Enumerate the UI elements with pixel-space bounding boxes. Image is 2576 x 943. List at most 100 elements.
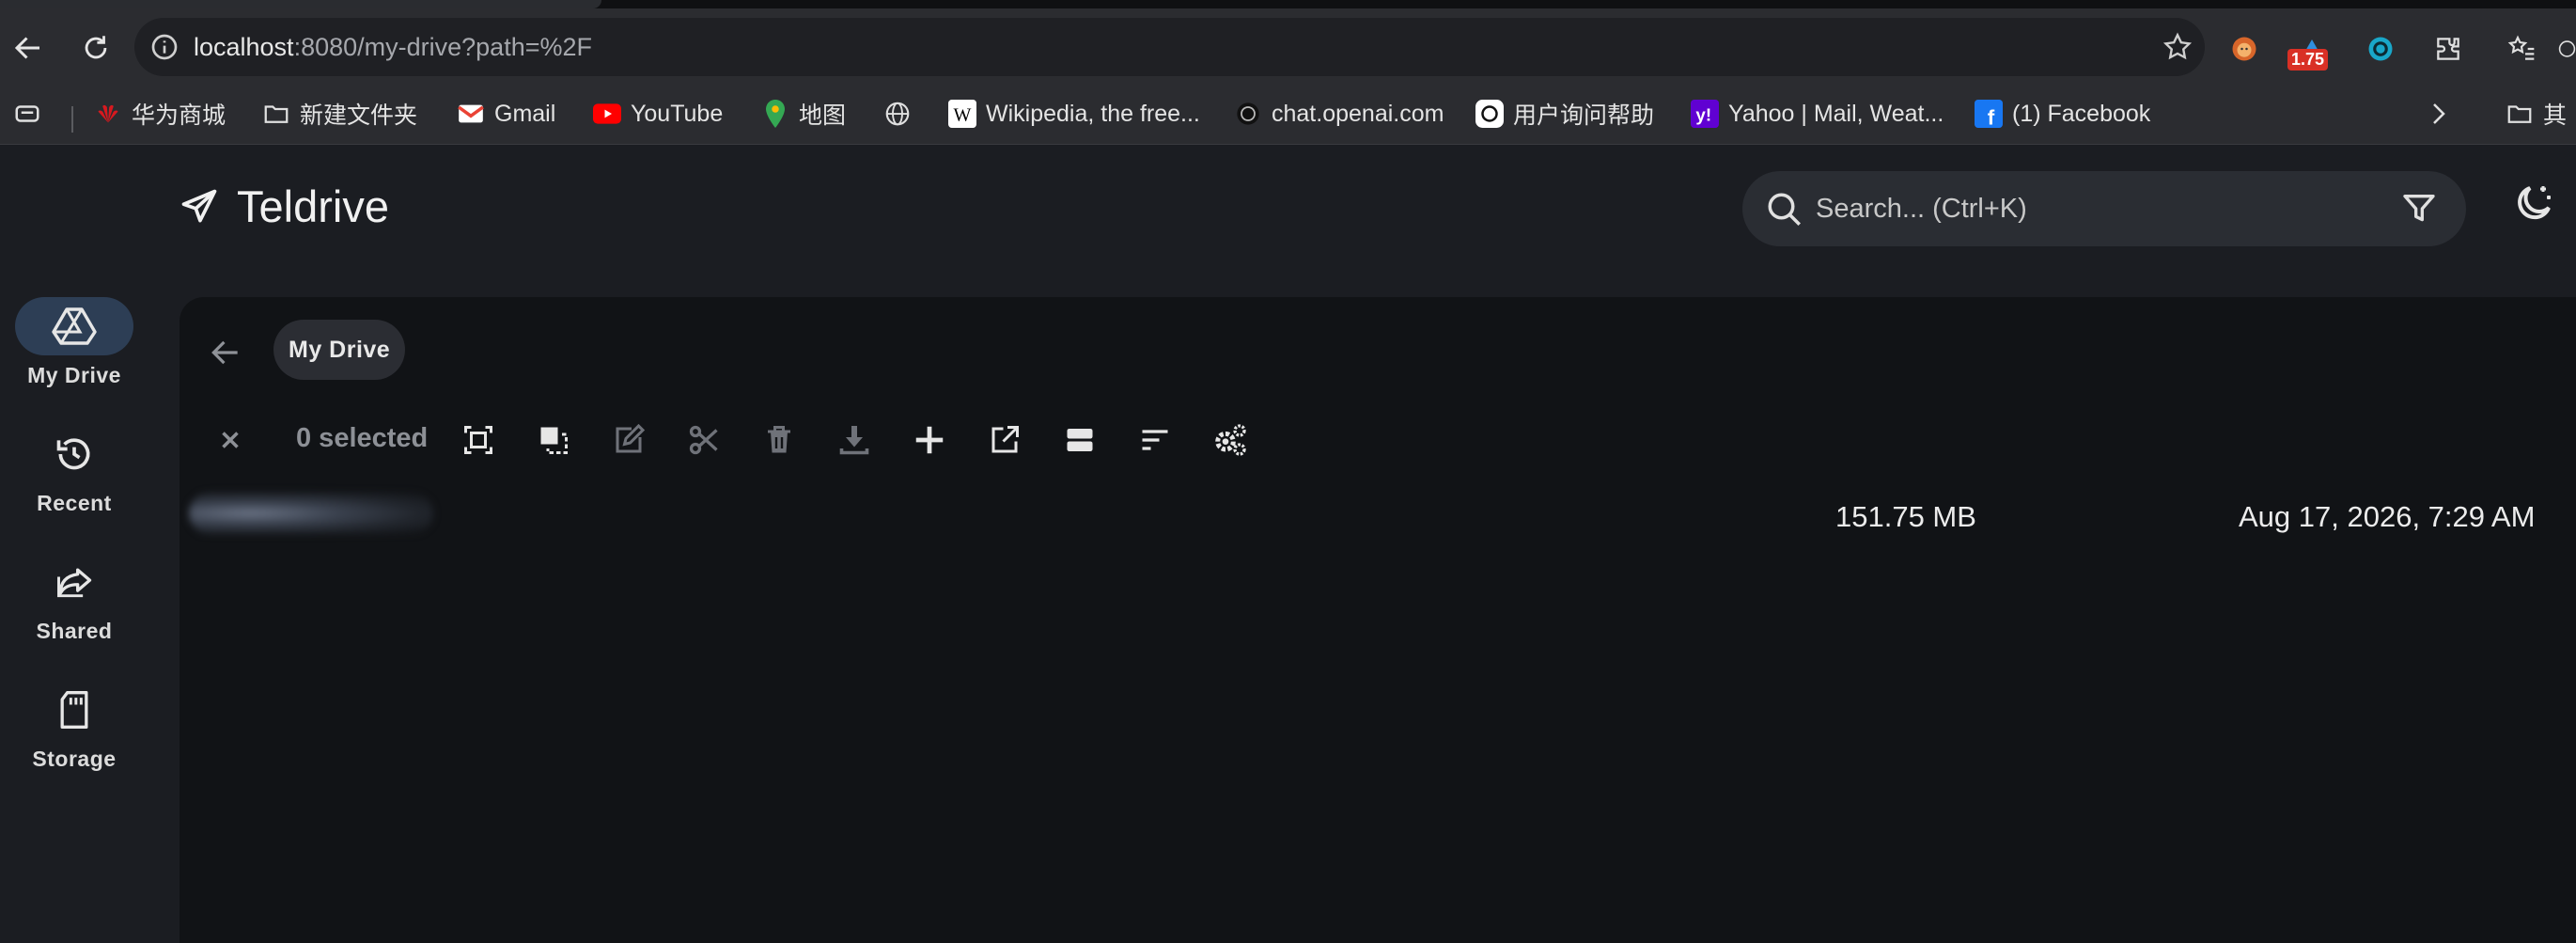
nav-label: My Drive bbox=[27, 363, 121, 387]
profile-avatar[interactable] bbox=[2558, 33, 2576, 65]
bookmark-label: 新建文件夹 bbox=[300, 102, 418, 129]
bookmark-label: YouTube bbox=[631, 100, 724, 127]
file-name-redacted bbox=[189, 493, 433, 534]
nav-label: Shared bbox=[36, 619, 113, 643]
bookmark-label: 华为商城 bbox=[132, 102, 226, 129]
back-arrow-icon[interactable] bbox=[208, 335, 245, 372]
tab-actions-icon[interactable] bbox=[13, 97, 41, 131]
bookmark-globe[interactable] bbox=[883, 97, 912, 131]
bookmark-label: 用户询问帮助 bbox=[1513, 102, 1655, 129]
theme-toggle-icon[interactable] bbox=[2511, 181, 2556, 226]
browser-toolbar: localhost:8080/my-drive?path=%2F 1.75 bbox=[0, 8, 2576, 84]
app-brand[interactable]: Teldrive bbox=[179, 181, 389, 232]
share-icon bbox=[57, 568, 92, 598]
bookmark-chatgpt-help[interactable]: 用户询问帮助 bbox=[1475, 97, 1654, 131]
bookmarks-bar: 华为商城 新建文件夹 Gmail YouTube 地图 W Wikipedia,… bbox=[0, 84, 2576, 145]
huawei-icon bbox=[94, 100, 122, 128]
bookmark-label: 其 bbox=[2543, 102, 2568, 129]
bookmark-label: 地图 bbox=[799, 102, 847, 129]
bookmark-label: (1) Facebook bbox=[2012, 100, 2151, 127]
tab-strip bbox=[0, 0, 2576, 8]
bookmark-openai[interactable]: chat.openai.com bbox=[1234, 97, 1444, 131]
rename-icon[interactable] bbox=[606, 417, 651, 463]
bookmark-label: Gmail bbox=[494, 100, 556, 127]
address-bar[interactable]: localhost:8080/my-drive?path=%2F bbox=[134, 18, 2205, 76]
facebook-icon: f bbox=[1975, 100, 2003, 128]
nav-pill bbox=[15, 425, 133, 483]
bookmark-maps[interactable]: 地图 bbox=[761, 97, 846, 131]
bookmarks-divider bbox=[71, 106, 73, 133]
bookmark-new-folder[interactable]: 新建文件夹 bbox=[262, 97, 417, 131]
search-icon bbox=[1765, 190, 1804, 229]
nav-pill bbox=[15, 553, 133, 611]
reload-icon[interactable] bbox=[75, 27, 117, 69]
bookmark-yahoo[interactable]: y! Yahoo | Mail, Weat... bbox=[1691, 97, 1944, 131]
globe-icon bbox=[883, 100, 912, 128]
nav-pill bbox=[15, 297, 133, 355]
search-bar[interactable]: Search... (Ctrl+K) bbox=[1742, 171, 2466, 246]
bookmark-wikipedia[interactable]: W Wikipedia, the free... bbox=[948, 97, 1200, 131]
cut-icon[interactable] bbox=[681, 417, 726, 463]
selected-count: 0 selected bbox=[296, 423, 429, 453]
app-name: Teldrive bbox=[237, 181, 389, 231]
sd-card-icon bbox=[60, 691, 88, 729]
bookmark-label: Yahoo | Mail, Weat... bbox=[1728, 100, 1944, 127]
extensions-puzzle-icon[interactable] bbox=[2432, 33, 2464, 65]
sort-icon[interactable] bbox=[1132, 417, 1178, 463]
nav-storage[interactable]: Storage bbox=[0, 681, 148, 772]
url-text[interactable]: localhost:8080/my-drive?path=%2F bbox=[194, 33, 592, 62]
folder-icon bbox=[262, 100, 290, 128]
yahoo-icon: y! bbox=[1691, 100, 1719, 128]
file-row[interactable]: 151.75 MB Aug 17, 2026, 7:29 AM bbox=[180, 481, 2576, 549]
nav-shared[interactable]: Shared bbox=[0, 553, 148, 644]
close-icon[interactable] bbox=[208, 417, 253, 463]
history-icon bbox=[56, 438, 90, 470]
svg-text:W: W bbox=[954, 105, 972, 126]
paper-plane-icon bbox=[181, 189, 217, 222]
favorites-list-icon[interactable] bbox=[2506, 33, 2537, 65]
file-modified: Aug 17, 2026, 7:29 AM bbox=[2239, 500, 2536, 533]
select-invert-icon[interactable] bbox=[531, 417, 576, 463]
drive-icon bbox=[52, 307, 97, 345]
back-arrow-icon[interactable] bbox=[8, 27, 49, 69]
nav-recent[interactable]: Recent bbox=[0, 425, 148, 516]
file-size: 151.75 MB bbox=[1835, 500, 1976, 533]
other-bookmarks[interactable]: 其 bbox=[2506, 97, 2567, 131]
bookmark-gmail[interactable]: Gmail bbox=[457, 97, 555, 131]
bookmark-label: chat.openai.com bbox=[1272, 100, 1444, 127]
nav-label: Storage bbox=[32, 747, 117, 771]
open-external-icon[interactable] bbox=[982, 417, 1027, 463]
bookmark-youtube[interactable]: YouTube bbox=[593, 97, 723, 131]
select-all-icon[interactable] bbox=[456, 417, 501, 463]
folder-icon bbox=[2506, 100, 2534, 128]
file-browser: My Drive 0 selected 151.75 MB Aug 17, 20… bbox=[180, 297, 2576, 943]
nav-my-drive[interactable]: My Drive bbox=[0, 297, 148, 388]
extension-translate-icon[interactable] bbox=[2365, 33, 2396, 65]
bookmark-star-icon[interactable] bbox=[2162, 31, 2194, 63]
chatgpt-icon bbox=[1475, 100, 1504, 128]
breadcrumb[interactable]: My Drive bbox=[273, 320, 406, 380]
bookmark-huawei[interactable]: 华为商城 bbox=[94, 97, 226, 131]
bookmark-facebook[interactable]: f (1) Facebook bbox=[1975, 97, 2150, 131]
svg-text:f: f bbox=[1988, 105, 1995, 128]
extension-badge: 1.75 bbox=[2287, 49, 2329, 71]
settings-icon[interactable] bbox=[1208, 417, 1253, 463]
svg-text:y!: y! bbox=[1695, 105, 1711, 125]
download-icon[interactable] bbox=[832, 417, 877, 463]
add-icon[interactable] bbox=[907, 417, 952, 463]
site-info-icon[interactable] bbox=[149, 32, 180, 62]
teldrive-app: Teldrive Search... (Ctrl+K) My Drive Rec… bbox=[0, 145, 2576, 943]
openai-icon bbox=[1234, 100, 1262, 128]
view-toggle-icon[interactable] bbox=[1057, 417, 1102, 463]
maps-pin-icon bbox=[761, 100, 789, 128]
nav-pill bbox=[15, 681, 133, 739]
gmail-icon bbox=[457, 100, 485, 128]
filter-icon[interactable] bbox=[2400, 190, 2438, 228]
active-tab-edge[interactable] bbox=[0, 0, 601, 8]
extension-lion-icon[interactable] bbox=[2228, 33, 2260, 65]
wikipedia-icon: W bbox=[948, 100, 976, 128]
bookmarks-overflow-icon[interactable] bbox=[2427, 97, 2451, 131]
nav-label: Recent bbox=[37, 491, 112, 515]
search-placeholder: Search... (Ctrl+K) bbox=[1816, 194, 2027, 224]
delete-icon[interactable] bbox=[757, 417, 802, 463]
